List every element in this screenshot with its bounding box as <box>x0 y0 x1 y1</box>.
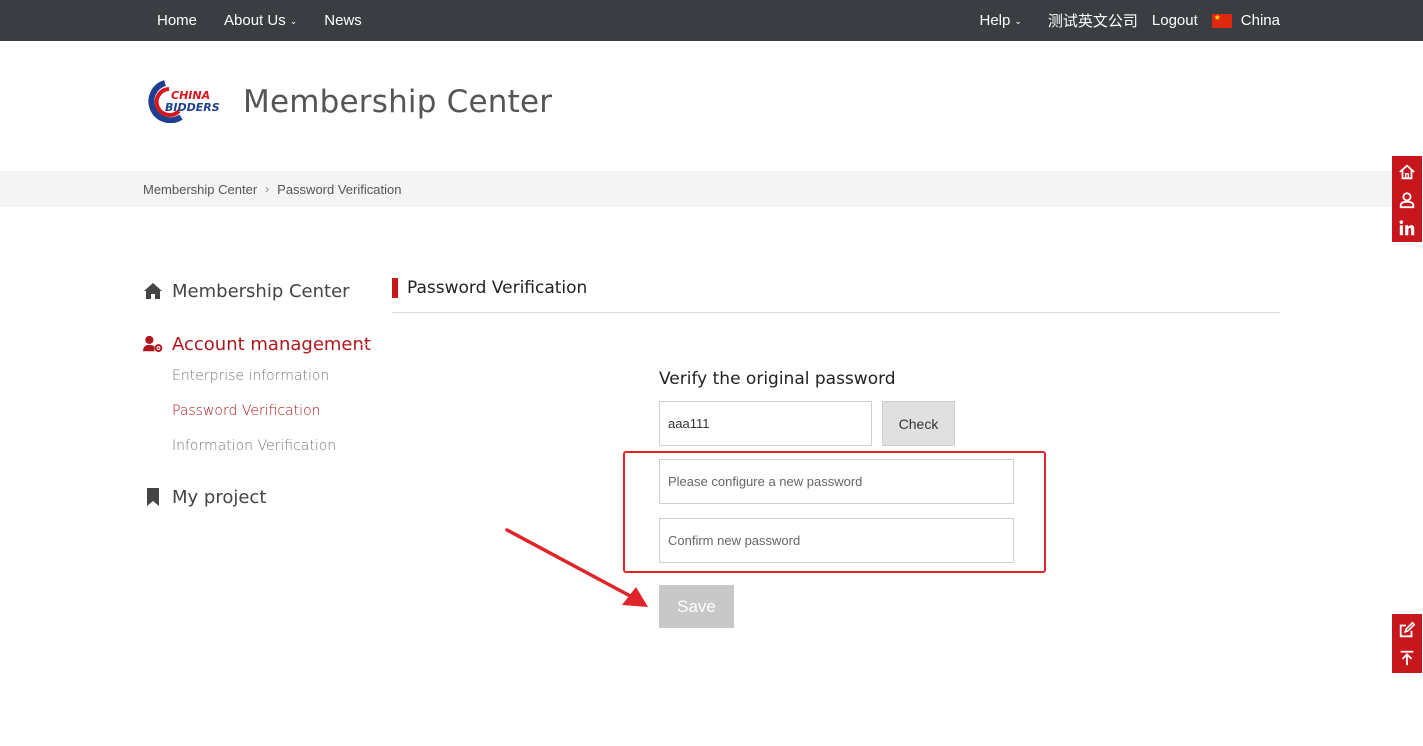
sidebar-item-password-verification[interactable]: Password Verification <box>172 394 373 429</box>
nav-home-label: Home <box>157 12 198 29</box>
floating-toolbar-top <box>1392 156 1422 242</box>
back-to-top-icon <box>1400 650 1414 666</box>
confirm-password-input[interactable] <box>659 518 1014 563</box>
float-feedback-button[interactable] <box>1392 616 1422 644</box>
check-button[interactable]: Check <box>882 401 955 446</box>
member-sidebar: Membership Center Account management Ent… <box>143 277 373 510</box>
nav-about-us-link[interactable]: About Us ⌄ <box>224 12 297 29</box>
verify-original-password-label: Verify the original password <box>659 369 896 389</box>
nav-news-label: News <box>324 12 362 29</box>
top-navbar: Home About Us ⌄ News Help ⌄ 测试英文公司 Logou… <box>0 0 1423 41</box>
annotation-arrow-icon <box>505 528 648 607</box>
sidebar-item-information-verification[interactable]: Information Verification <box>172 429 373 464</box>
breadcrumb-item-membership-center[interactable]: Membership Center <box>143 182 257 197</box>
section-divider <box>392 312 1280 313</box>
float-home-button[interactable] <box>1392 158 1422 186</box>
company-name-label: 测试英文公司 <box>1047 13 1138 30</box>
save-button[interactable]: Save <box>659 585 734 628</box>
home-icon <box>144 283 162 299</box>
sidebar-item-my-project[interactable]: My project <box>143 484 373 510</box>
float-linkedin-button[interactable] <box>1392 214 1422 242</box>
breadcrumb-separator: › <box>265 182 270 196</box>
breadcrumb-bar: Membership Center › Password Verificatio… <box>0 171 1423 207</box>
float-user-button[interactable] <box>1392 186 1422 214</box>
page-title: Membership Center <box>243 84 553 120</box>
section-title-marker <box>392 278 398 298</box>
svg-text:BIDDERS: BIDDERS <box>165 101 220 114</box>
site-logo[interactable]: CHINA BIDDERS <box>141 79 223 124</box>
nav-news-link[interactable]: News <box>324 12 362 29</box>
breadcrumb: Membership Center › Password Verificatio… <box>143 171 401 207</box>
linkedin-icon <box>1399 220 1415 236</box>
chevron-down-icon: ⌄ <box>289 16 298 26</box>
china-bidders-logo-icon: CHINA BIDDERS <box>148 80 220 124</box>
sidebar-project-label: My project <box>172 486 267 508</box>
region-label: China <box>1240 12 1280 29</box>
breadcrumb-item-password-verification: Password Verification <box>277 181 402 197</box>
user-settings-icon <box>143 335 163 353</box>
china-flag-icon <box>1211 13 1232 28</box>
sidebar-account-label: Account management <box>172 333 371 355</box>
floating-toolbar-bottom <box>1392 614 1422 673</box>
bookmark-icon <box>147 488 159 506</box>
sidebar-item-membership-center[interactable]: Membership Center <box>143 278 373 304</box>
section-title: Password Verification <box>392 277 587 299</box>
original-password-input[interactable] <box>659 401 872 446</box>
section-title-text: Password Verification <box>407 278 588 298</box>
user-icon <box>1399 192 1415 209</box>
edit-icon <box>1399 621 1416 638</box>
sidebar-membership-label: Membership Center <box>172 280 350 302</box>
region-selector[interactable]: China <box>1211 12 1280 29</box>
nav-help-label: Help <box>979 12 1011 29</box>
home-icon <box>1399 164 1415 180</box>
nav-about-us-label: About Us <box>224 12 286 29</box>
sidebar-item-enterprise-information[interactable]: Enterprise information <box>172 359 373 394</box>
nav-home-link[interactable]: Home <box>157 12 197 29</box>
new-password-input[interactable] <box>659 459 1014 504</box>
back-to-top-button[interactable] <box>1392 644 1422 672</box>
nav-logout-link[interactable]: Logout <box>1152 12 1198 29</box>
sidebar-item-account-management[interactable]: Account management <box>143 331 373 357</box>
nav-help-link[interactable]: Help ⌄ <box>979 12 1021 29</box>
top-nav-right: Help ⌄ 测试英文公司 Logout China <box>965 0 1280 41</box>
top-nav-left: Home About Us ⌄ News <box>157 0 389 41</box>
chevron-down-icon: ⌄ <box>1014 16 1022 26</box>
nav-company-link[interactable]: 测试英文公司 <box>1048 10 1138 31</box>
logout-label: Logout <box>1151 12 1198 29</box>
